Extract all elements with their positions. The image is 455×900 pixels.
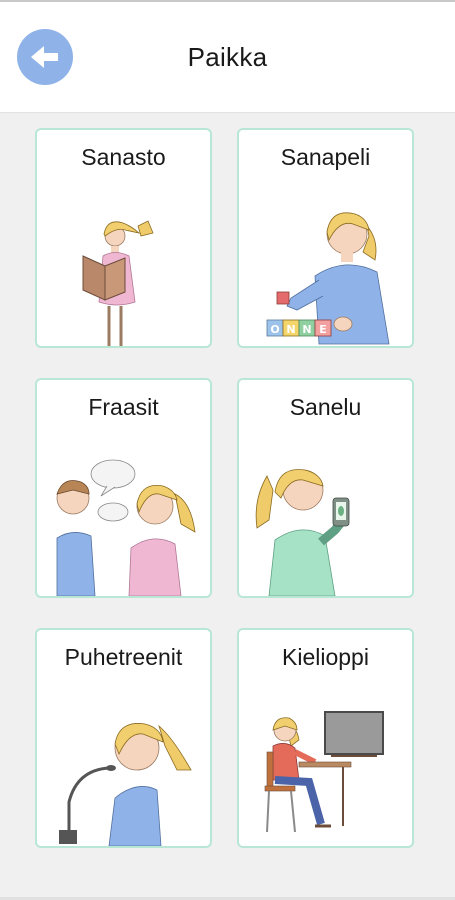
card-sanelu[interactable]: Sanelu: [237, 378, 414, 598]
girl-microphone-icon: [59, 723, 192, 846]
card-fraasit[interactable]: Fraasit: [35, 378, 212, 598]
card-sanasto[interactable]: Sanasto: [35, 128, 212, 348]
girl-reading-book-icon: [82, 220, 154, 346]
block-letter: N: [286, 323, 295, 336]
girl-letter-blocks-icon: O N N E: [266, 212, 390, 345]
block-letter: N: [302, 323, 311, 336]
block-letter: E: [319, 323, 327, 336]
app-header: Paikka: [0, 2, 455, 113]
card-kielioppi[interactable]: Kielioppi: [237, 628, 414, 848]
girl-phone-dictation-icon: [255, 469, 350, 596]
card-puhetreenit[interactable]: Puhetreenit: [35, 628, 212, 848]
boy-girl-talking-icon: [56, 459, 196, 596]
card-sanapeli[interactable]: Sanapeli O N N E: [237, 128, 414, 348]
girl-at-desk-blackboard-icon: [264, 711, 384, 833]
block-letter: O: [270, 323, 279, 336]
letter-blocks: O N N E: [266, 319, 332, 337]
page-title: Paikka: [187, 42, 268, 72]
